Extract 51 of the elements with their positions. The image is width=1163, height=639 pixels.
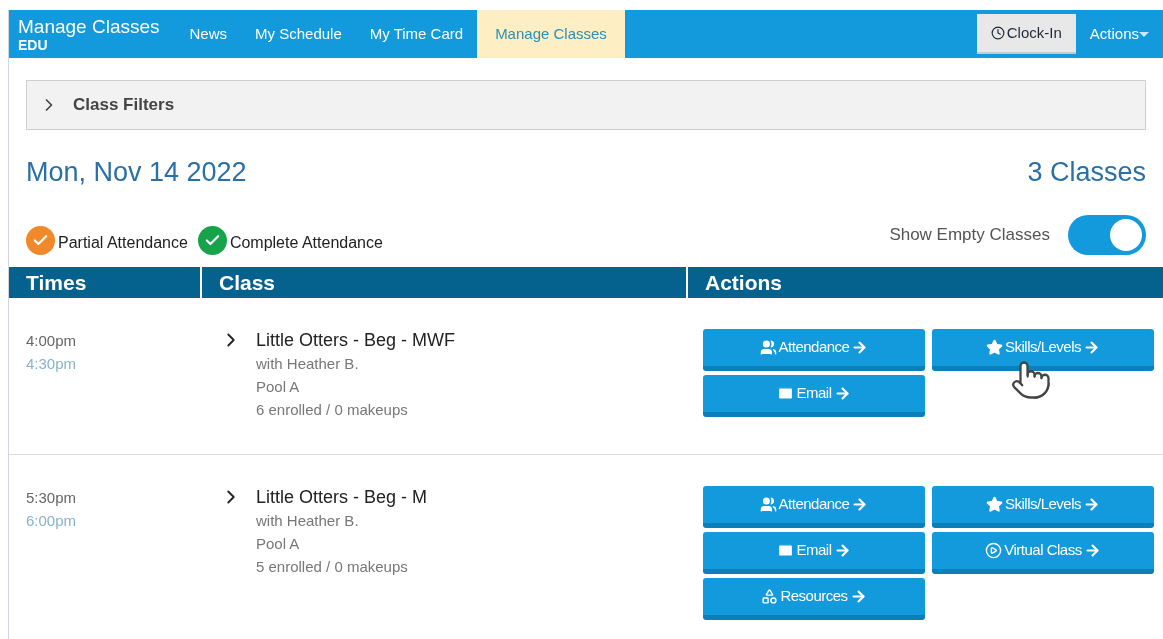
actions-menu[interactable]: Actions — [1075, 10, 1163, 58]
app-subtitle: EDU — [18, 37, 48, 52]
instructor: with Heather B. — [256, 354, 360, 374]
end-time: 4:30pm — [26, 354, 78, 374]
dropdown-caret-icon — [1139, 31, 1149, 37]
class-filters-panel[interactable]: Class Filters — [26, 80, 1146, 130]
star-icon — [986, 339, 1003, 356]
enrollment: 6 enrolled / 0 makeups — [256, 400, 409, 420]
people-icon — [759, 496, 777, 513]
action-button[interactable]: Email — [703, 532, 925, 574]
enrollment: 5 enrolled / 0 makeups — [256, 557, 409, 577]
arrow-right-icon — [833, 385, 851, 402]
nav-tab[interactable]: My Schedule — [241, 10, 356, 58]
legend-label: Partial Attendance — [58, 232, 188, 253]
start-time: 5:30pm — [26, 488, 78, 508]
action-button[interactable]: Email — [703, 375, 925, 417]
start-time: 4:00pm — [26, 331, 78, 351]
action-button[interactable]: Attendance — [703, 329, 925, 371]
clock-in-button[interactable]: Clock-In — [976, 14, 1076, 54]
toggle-switch[interactable] — [1068, 214, 1146, 255]
action-button[interactable]: Virtual Class — [932, 532, 1154, 574]
action-button[interactable]: Skills/Levels — [932, 486, 1154, 528]
arrow-right-icon — [851, 339, 869, 356]
action-button[interactable]: Resources — [703, 578, 925, 620]
column-header: Times — [9, 266, 200, 298]
location: Pool A — [256, 377, 301, 397]
arrow-right-icon — [1083, 542, 1101, 559]
nav-tab[interactable]: News — [175, 10, 242, 58]
column-header: Actions — [688, 266, 1163, 298]
class-count: 3 Classes — [1027, 156, 1146, 189]
date-heading: Mon, Nov 14 2022 — [26, 156, 247, 189]
legend-label: Complete Attendance — [229, 232, 383, 253]
action-button[interactable]: Attendance — [703, 486, 925, 528]
people-icon — [759, 339, 777, 356]
clock-icon — [990, 26, 1005, 40]
instructor: with Heather B. — [256, 511, 360, 531]
action-button[interactable]: Skills/Levels — [932, 329, 1154, 371]
star-icon — [986, 496, 1003, 513]
arrow-right-icon — [833, 542, 851, 559]
column-header: Class — [202, 266, 686, 298]
end-time: 6:00pm — [26, 511, 78, 531]
nav-tab[interactable]: Manage Classes — [477, 10, 625, 58]
app-title: Manage Classes — [18, 16, 160, 36]
location: Pool A — [256, 534, 301, 554]
play-circle-icon — [985, 542, 1003, 559]
toggle-label: Show Empty Classes — [889, 223, 1050, 246]
shapes-icon — [761, 588, 779, 605]
nav-tab[interactable]: My Time Card — [355, 10, 478, 58]
class-name[interactable]: Little Otters - Beg - MWF — [256, 329, 456, 352]
class-name[interactable]: Little Otters - Beg - M — [256, 486, 428, 509]
arrow-right-icon — [851, 496, 869, 513]
